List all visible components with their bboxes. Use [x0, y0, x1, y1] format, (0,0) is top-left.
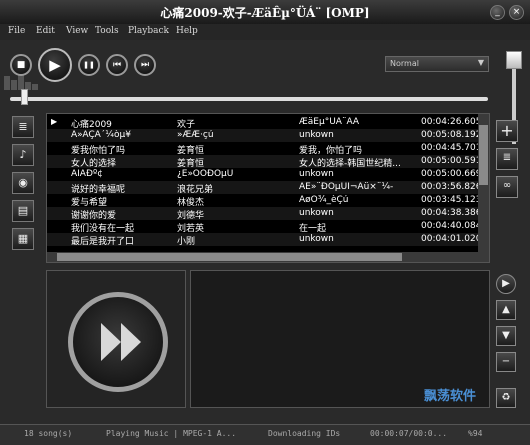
cell-time: 00:05:00.591: [421, 156, 479, 166]
play-selected-icon[interactable]: ▶: [496, 274, 516, 294]
cell-artist: 小刚: [177, 237, 196, 247]
playback-state: Playing Music | MPEG-1 A...: [106, 429, 237, 438]
recycle-icon[interactable]: ♻: [496, 388, 516, 408]
cell-title: 最后是我开了口: [71, 237, 135, 247]
eq-preset-value: Normal: [390, 59, 419, 68]
cell-title: Ã»ÄÇÃ´¼òµ¥: [71, 130, 131, 140]
playlist-horizontal-scrollbar[interactable]: [47, 252, 479, 262]
menu-tools[interactable]: Tools: [95, 26, 119, 36]
title-bar: 心痛2009-欢子-ÆäÊµ°ÜÁ¨ [OMP] _ ×: [0, 0, 530, 25]
chevron-down-icon: ▼: [477, 58, 484, 67]
cell-album: ÆäÊµ°ÜÁ¨ÃÃ: [299, 117, 360, 127]
menu-bar: File Edit View Tools Playback Help: [0, 24, 530, 40]
cell-album: unkown: [299, 234, 334, 244]
move-up-icon[interactable]: ▲: [496, 300, 516, 320]
playlist-view-icon[interactable]: ≣: [12, 116, 34, 138]
seek-knob[interactable]: [21, 89, 29, 105]
menu-view[interactable]: View: [66, 26, 88, 36]
connect-icon[interactable]: ∞: [496, 176, 518, 198]
scroll-thumb[interactable]: [479, 125, 488, 185]
cell-album: ÀøÓ¾_èÇú: [299, 195, 349, 205]
cell-album: ÀÉ»¨ÐÖµÜÏ¬Ãü×¨¼-: [299, 182, 394, 192]
playlist-row[interactable]: 女人的选择 姜育恒 女人的选择-韩国世纪精... 00:05:00.591: [47, 155, 479, 169]
cell-time: 00:03:56.826: [421, 182, 479, 192]
cell-album: unkown: [299, 130, 334, 140]
playlist-row[interactable]: 爱我你怕了吗 姜育恒 爱我，你怕了吗 00:04:45.701: [47, 142, 479, 156]
playlist-table: ▶ 心痛2009 欢子 ÆäÊµ°ÜÁ¨ÃÃ 00:04:26.605 Ã»ÄÇÃ´¼òµ…: [46, 113, 490, 263]
video-view-icon[interactable]: ▦: [12, 228, 34, 250]
stop-button[interactable]: ■: [10, 54, 32, 76]
playlist-row[interactable]: ÄÌÄÐº¢ ¿É»ÔÕÐÕµÜ unkown 00:05:00.669: [47, 168, 479, 181]
remove-icon[interactable]: −: [496, 352, 516, 372]
time-readout: 00:00:07/00:0...: [370, 429, 448, 438]
volume-readout: %94: [468, 429, 483, 438]
playlist-row[interactable]: 爱与希望 林俊杰 ÀøÓ¾_èÇú 00:03:45.123: [47, 194, 479, 208]
menu-edit[interactable]: Edit: [36, 26, 55, 36]
lyrics-view-icon[interactable]: ♪: [12, 144, 34, 166]
media-library-icon[interactable]: ▤: [12, 200, 34, 222]
watermark: 飘荡软件: [424, 389, 477, 404]
cell-album: unkown: [299, 169, 334, 179]
playlist-row[interactable]: Ã»ÄÇÃ´¼òµ¥ »ÆÆ·çú unkown 00:05:08.192: [47, 129, 479, 142]
pause-button[interactable]: ❚❚: [78, 54, 100, 76]
cell-album: unkown: [299, 208, 334, 218]
status-bar: 18 song(s) Playing Music | MPEG-1 A... D…: [0, 424, 530, 445]
cell-time: 00:05:00.669: [421, 169, 479, 179]
seek-bar[interactable]: [10, 97, 488, 101]
cd-view-icon[interactable]: ◉: [12, 172, 34, 194]
menu-playback[interactable]: Playback: [128, 26, 169, 36]
menu-help[interactable]: Help: [176, 26, 198, 36]
volume-slider-knob[interactable]: [506, 51, 522, 70]
playlist-row[interactable]: 说好的幸福呢 浪花兄弟 ÀÉ»¨ÐÖµÜÏ¬Ãü×¨¼- 00:03:56.826: [47, 181, 479, 195]
list-icon[interactable]: ≣: [496, 148, 518, 170]
eq-preset-select[interactable]: Normal ▼: [385, 56, 489, 72]
now-playing-icon: ▶: [51, 117, 58, 126]
playlist-vertical-scrollbar[interactable]: [478, 114, 489, 262]
move-down-icon[interactable]: ▼: [496, 326, 516, 346]
playlist-row[interactable]: ▶ 心痛2009 欢子 ÆäÊµ°ÜÁ¨ÃÃ 00:04:26.605: [47, 116, 479, 130]
cell-time: 00:05:08.192: [421, 130, 479, 140]
playlist-row[interactable]: 最后是我开了口 小刚 unkown 00:04:01.020: [47, 233, 479, 247]
cell-title: ÄÌÄÐº¢: [71, 169, 103, 179]
cell-time: 00:03:45.123: [421, 195, 479, 205]
cell-time: 00:04:26.605: [421, 117, 479, 127]
playlist-row[interactable]: 谢谢你的爱 刘德华 unkown 00:04:38.386: [47, 207, 479, 221]
download-status: Downloading IDs: [268, 429, 341, 438]
cell-artist: »ÆÆ·çú: [177, 130, 214, 140]
menu-file[interactable]: File: [8, 26, 25, 36]
close-button[interactable]: ×: [509, 5, 524, 20]
add-icon[interactable]: +: [496, 120, 518, 142]
big-play-button[interactable]: [68, 292, 168, 392]
cell-time: 00:04:40.084: [421, 221, 479, 231]
window-title: 心痛2009-欢子-ÆäÊµ°ÜÁ¨ [OMP]: [160, 6, 370, 20]
next-button[interactable]: ⏭: [134, 54, 156, 76]
minimize-button[interactable]: _: [490, 5, 505, 20]
cell-time: 00:04:38.386: [421, 208, 479, 218]
cell-artist: ¿É»ÔÕÐÕµÜ: [177, 169, 234, 179]
previous-button[interactable]: ⏮: [106, 54, 128, 76]
cell-time: 00:04:45.701: [421, 143, 479, 153]
cell-time: 00:04:01.020: [421, 234, 479, 244]
playlist-row[interactable]: 我们没有在一起 刘若英 在一起 00:04:40.084: [47, 220, 479, 234]
fast-forward-icon: [101, 323, 141, 361]
song-count: 18 song(s): [24, 429, 73, 438]
scroll-thumb[interactable]: [57, 253, 402, 261]
play-button[interactable]: ▶: [38, 48, 72, 82]
